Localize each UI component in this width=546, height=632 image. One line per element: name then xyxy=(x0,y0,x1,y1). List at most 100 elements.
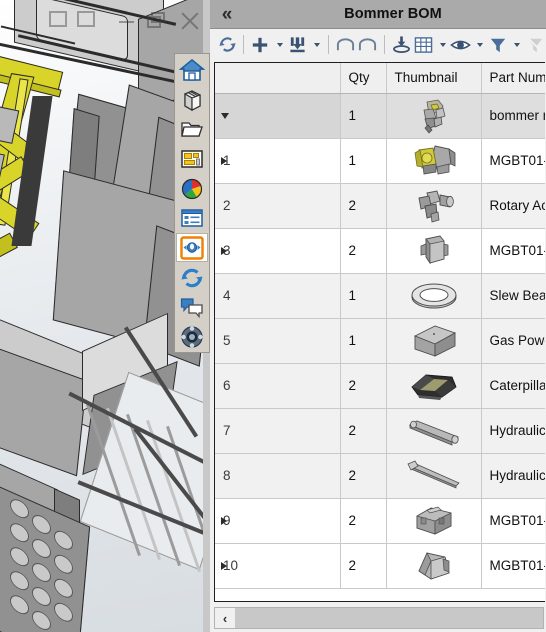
clear-filter-button[interactable] xyxy=(524,32,546,58)
window-close-button[interactable] xyxy=(180,11,200,31)
sidebar-item-navigation[interactable] xyxy=(176,322,208,351)
window-controls[interactable] xyxy=(47,8,203,36)
sidebar-item-parts-library[interactable] xyxy=(176,86,208,115)
collapse-row-icon[interactable] xyxy=(221,112,229,119)
thumbnail-cell[interactable] xyxy=(386,453,482,499)
part-number-cell[interactable]: Gas Powe xyxy=(481,318,545,364)
part-number-cell[interactable]: Hydraulic ( xyxy=(481,408,545,454)
window-maximize-alt-button[interactable] xyxy=(75,8,101,32)
window-minimize-button[interactable] xyxy=(119,21,134,23)
part-number-cell[interactable]: MGBT01-1 xyxy=(481,498,545,544)
thumbnail-cell[interactable] xyxy=(386,408,482,454)
column-header-part-number[interactable]: Part Numb xyxy=(481,63,545,94)
expand-row-icon[interactable] xyxy=(221,516,227,525)
expand-row-icon[interactable] xyxy=(221,246,227,255)
visibility-button[interactable] xyxy=(449,32,471,58)
table-row[interactable]: 2 2 Rotary Actu xyxy=(215,183,545,229)
sidebar-item-comments[interactable] xyxy=(176,293,208,322)
horizontal-scrollbar[interactable]: ‹ xyxy=(214,607,544,629)
row-index-cell[interactable]: 5 xyxy=(215,318,341,364)
bom-grid[interactable]: Qty Thumbnail Part Numb 1bommer m11MGBT0… xyxy=(214,62,545,602)
sidebar-item-appearance[interactable] xyxy=(176,174,208,203)
column-header-thumbnail[interactable]: Thumbnail xyxy=(386,63,482,94)
row-index-cell[interactable]: 4 xyxy=(215,273,341,319)
table-row[interactable]: 6 2 Caterpillar xyxy=(215,363,545,409)
qty-cell[interactable]: 1 xyxy=(340,318,387,364)
part-number-cell[interactable]: Rotary Actu xyxy=(481,183,545,229)
import-dropdown-button[interactable] xyxy=(309,32,324,58)
expand-row-icon[interactable] xyxy=(221,561,227,570)
sidebar-item-folder[interactable] xyxy=(176,115,208,144)
table-row[interactable]: 4 1 Slew Bear xyxy=(215,273,545,319)
redo-button[interactable] xyxy=(357,32,379,58)
refresh-button[interactable] xyxy=(216,32,238,58)
table-row[interactable]: 32 MGBT01-0 xyxy=(215,228,545,274)
row-index-cell[interactable]: 1 xyxy=(215,138,341,184)
qty-cell[interactable]: 1 xyxy=(340,273,387,319)
table-dropdown-button[interactable] xyxy=(435,32,450,58)
row-index-cell[interactable] xyxy=(215,93,341,139)
table-row[interactable]: 102 MGBT01-1 xyxy=(215,543,545,589)
thumbnail-cell[interactable] xyxy=(386,318,482,364)
part-number-cell[interactable]: Slew Bear xyxy=(481,273,545,319)
window-minimize-alt-button[interactable] xyxy=(47,8,73,32)
qty-cell[interactable]: 2 xyxy=(340,498,387,544)
collapse-panel-button[interactable]: « xyxy=(210,0,244,28)
thumbnail-cell[interactable] xyxy=(386,228,482,274)
table-columns-button[interactable] xyxy=(412,32,434,58)
table-row[interactable]: 8 2 Hydraulic ( xyxy=(215,453,545,499)
qty-cell[interactable]: 2 xyxy=(340,543,387,589)
flatten-button[interactable] xyxy=(390,32,412,58)
bom-toolbar[interactable] xyxy=(210,29,546,61)
expand-row-icon[interactable] xyxy=(221,156,227,165)
scrollbar-track[interactable] xyxy=(235,608,543,628)
sidebar-item-sync[interactable] xyxy=(176,263,208,292)
column-header-qty[interactable]: Qty xyxy=(340,63,387,94)
sidebar-item-layout[interactable] xyxy=(176,145,208,174)
qty-cell[interactable]: 2 xyxy=(340,408,387,454)
table-row[interactable]: 92 MGBT01-1 xyxy=(215,498,545,544)
part-number-cell[interactable]: MGBT01-0 xyxy=(481,228,545,274)
row-index-cell[interactable]: 7 xyxy=(215,408,341,454)
row-index-cell[interactable]: 9 xyxy=(215,498,341,544)
qty-cell[interactable]: 2 xyxy=(340,363,387,409)
sidebar-item-component[interactable] xyxy=(176,233,208,263)
row-index-cell[interactable]: 2 xyxy=(215,183,341,229)
thumbnail-cell[interactable] xyxy=(386,93,482,139)
sidebar-item-properties-list[interactable] xyxy=(176,204,208,233)
part-number-cell[interactable]: bommer m xyxy=(481,93,545,139)
thumbnail-cell[interactable] xyxy=(386,273,482,319)
part-number-cell[interactable]: Caterpillar xyxy=(481,363,545,409)
thumbnail-cell[interactable] xyxy=(386,138,482,184)
row-index-cell[interactable]: 8 xyxy=(215,453,341,499)
table-row[interactable]: 1 bommer m xyxy=(215,93,545,139)
table-row[interactable]: 7 2 Hydraulic ( xyxy=(215,408,545,454)
vertical-icon-toolbar[interactable] xyxy=(174,53,210,353)
filter-dropdown-button[interactable] xyxy=(509,32,524,58)
row-index-cell[interactable]: 3 xyxy=(215,228,341,274)
thumbnail-cell[interactable] xyxy=(386,543,482,589)
scroll-left-button[interactable]: ‹ xyxy=(215,608,235,628)
qty-cell[interactable]: 1 xyxy=(340,93,387,139)
undo-button[interactable] xyxy=(334,32,356,58)
thumbnail-cell[interactable] xyxy=(386,498,482,544)
qty-cell[interactable]: 2 xyxy=(340,228,387,274)
part-number-cell[interactable]: MGBT01-1 xyxy=(481,543,545,589)
qty-cell[interactable]: 2 xyxy=(340,183,387,229)
3d-model-viewport[interactable] xyxy=(0,0,203,632)
part-number-cell[interactable]: MGBT01-0 xyxy=(481,138,545,184)
window-restore-button[interactable] xyxy=(147,12,165,28)
table-row[interactable]: 11 MGBT01-0 xyxy=(215,138,545,184)
add-dropdown-button[interactable] xyxy=(272,32,287,58)
add-button[interactable] xyxy=(249,32,271,58)
thumbnail-cell[interactable] xyxy=(386,183,482,229)
qty-cell[interactable]: 2 xyxy=(340,453,387,499)
thumbnail-cell[interactable] xyxy=(386,363,482,409)
table-row[interactable]: 5 1 Gas Powe xyxy=(215,318,545,364)
filter-button[interactable] xyxy=(486,32,508,58)
sidebar-item-home[interactable] xyxy=(176,56,208,85)
import-button[interactable] xyxy=(286,32,308,58)
column-header-index[interactable] xyxy=(215,63,341,94)
row-index-cell[interactable]: 6 xyxy=(215,363,341,409)
row-index-cell[interactable]: 10 xyxy=(215,543,341,589)
